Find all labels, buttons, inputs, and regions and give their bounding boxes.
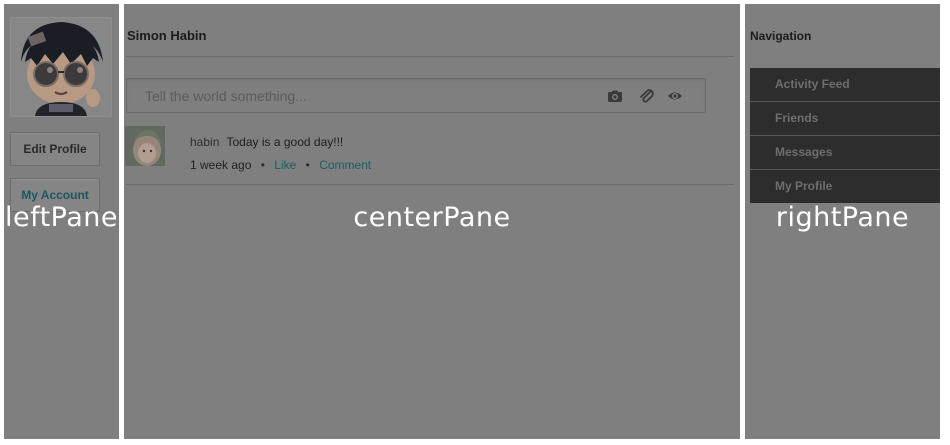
meta-separator: • <box>260 158 265 172</box>
center-pane: Simon Habin Tell the world something... … <box>124 4 740 439</box>
post-text: Today is a good day!!! <box>226 135 344 149</box>
right-pane-label: rightPane <box>775 202 910 233</box>
eye-icon[interactable] <box>667 88 683 104</box>
nav-item-activity-feed[interactable]: Activity Feed <box>750 68 940 102</box>
profile-avatar[interactable] <box>10 17 112 117</box>
header-divider <box>126 56 734 57</box>
feed-divider <box>126 184 734 185</box>
right-pane: Navigation Activity Feed Friends Message… <box>745 4 940 439</box>
edit-profile-button[interactable]: Edit Profile <box>10 132 100 166</box>
meta-separator: • <box>305 158 310 172</box>
like-link[interactable]: Like <box>274 158 296 172</box>
post-author-avatar[interactable] <box>125 126 165 166</box>
profile-name: Simon Habin <box>127 28 207 43</box>
nav-item-friends[interactable]: Friends <box>750 102 940 136</box>
post-timestamp: 1 week ago <box>190 158 252 172</box>
navigation-title: Navigation <box>750 29 812 43</box>
nav-item-messages[interactable]: Messages <box>750 136 940 170</box>
post-meta: 1 week ago • Like • Comment <box>190 158 371 172</box>
camera-icon[interactable] <box>607 88 623 104</box>
navigation-menu: Activity Feed Friends Messages My Profil… <box>750 68 940 203</box>
comment-link[interactable]: Comment <box>319 158 371 172</box>
post-author[interactable]: habin <box>190 135 219 149</box>
left-pane-label: leftPane <box>4 202 119 233</box>
baby-photo <box>125 126 165 166</box>
paperclip-icon[interactable] <box>638 88 654 104</box>
avatar-illustration <box>11 18 111 116</box>
status-composer <box>126 78 706 113</box>
left-pane: Edit Profile My Account leftPane <box>4 4 119 439</box>
status-input[interactable] <box>127 79 605 112</box>
nav-item-my-profile[interactable]: My Profile <box>750 170 940 203</box>
center-pane-label: centerPane <box>353 202 511 233</box>
post-body: habin Today is a good day!!! <box>190 135 343 149</box>
